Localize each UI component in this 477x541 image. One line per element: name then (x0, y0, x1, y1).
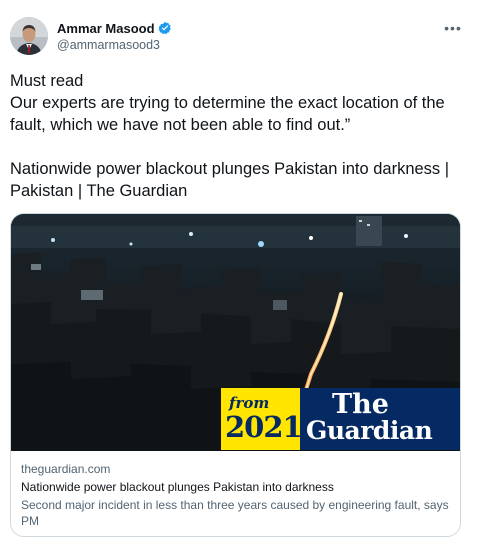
card-meta[interactable]: theguardian.com Nationwide power blackou… (11, 451, 460, 529)
author-info: Ammar Masood @ammarmasood3 (57, 19, 172, 52)
more-options-icon[interactable]: ••• (443, 18, 463, 38)
badge-brand-line2: Guardian (306, 416, 433, 445)
guardian-logo: from 2021 The Guardian (221, 388, 460, 450)
link-card[interactable]: from 2021 The Guardian theguardian.com N… (10, 213, 461, 537)
tweet[interactable]: Ammar Masood @ammarmasood3 ••• Must read… (0, 0, 477, 541)
author-handle[interactable]: @ammarmasood3 (57, 38, 172, 52)
card-description: Second major incident in less than three… (21, 498, 449, 528)
avatar[interactable] (10, 17, 48, 55)
verified-badge-icon (157, 21, 171, 35)
tweet-text: Must read Our experts are trying to dete… (10, 72, 450, 200)
author-name[interactable]: Ammar Masood (57, 21, 155, 36)
card-domain: theguardian.com (21, 462, 111, 476)
badge-year: 2021 (225, 410, 303, 444)
card-image[interactable]: from 2021 The Guardian (11, 214, 460, 451)
card-title: Nationwide power blackout plunges Pakist… (21, 480, 334, 494)
